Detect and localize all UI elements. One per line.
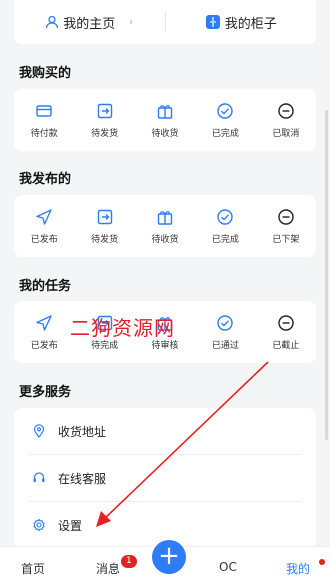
- tab-messages-label: 消息: [96, 562, 121, 576]
- purchased-card: 待付款 待发货 待收货 已完成 已取消: [14, 89, 316, 151]
- purchased-completed[interactable]: 已完成: [195, 89, 255, 151]
- tasks-approved[interactable]: 已通过: [195, 301, 255, 363]
- gift-box-icon: [157, 104, 173, 119]
- published-pending-shipment[interactable]: 待发货: [74, 195, 134, 257]
- notification-dot: [319, 559, 325, 565]
- tab-mine[interactable]: 我的: [286, 560, 310, 577]
- send-icon: [36, 314, 52, 331]
- service-label: 收货地址: [58, 424, 107, 439]
- check-circle-icon: [217, 314, 234, 331]
- published-posted[interactable]: 已发布: [14, 195, 74, 257]
- wallet-icon: [36, 104, 52, 117]
- purchased-pending-receipt[interactable]: 待收货: [135, 89, 195, 151]
- gear-icon: [33, 518, 45, 532]
- unread-badge: 1: [121, 555, 137, 568]
- minus-circle-icon: [278, 208, 294, 225]
- tasks-expired[interactable]: 已截止: [256, 301, 316, 363]
- location-icon: [33, 424, 45, 438]
- my-homepage-link[interactable]: 我的主页 ›: [14, 13, 165, 32]
- published-pending-receipt[interactable]: 待收货: [135, 195, 195, 257]
- tab-messages[interactable]: 消息 1: [96, 555, 137, 577]
- ship-out-icon: [97, 209, 112, 224]
- ship-out-icon: [97, 103, 112, 118]
- service-online-support[interactable]: 在线客服: [14, 455, 316, 501]
- section-title-tasks: 我的任务: [19, 279, 72, 294]
- tab-oc[interactable]: OC: [219, 560, 237, 574]
- item-label: 已发布: [30, 234, 58, 245]
- service-address[interactable]: 收货地址: [14, 408, 316, 454]
- top-links-card: 我的主页 › 我的柜子: [14, 0, 316, 44]
- purchased-pending-payment[interactable]: 待付款: [14, 89, 74, 151]
- check-circle-icon: [217, 102, 234, 119]
- watermark: 二狗资源网: [70, 316, 175, 340]
- item-label: 已截止: [272, 340, 300, 351]
- user-icon: [46, 15, 59, 29]
- section-title-published: 我发布的: [19, 172, 72, 187]
- item-label: 已通过: [211, 340, 239, 351]
- item-label: 待发货: [91, 234, 119, 245]
- service-label: 设置: [58, 518, 83, 533]
- purchased-pending-shipment[interactable]: 待发货: [74, 89, 134, 151]
- my-homepage-label: 我的主页: [63, 16, 116, 32]
- section-title-purchased: 我购买的: [19, 66, 72, 81]
- item-label: 待发货: [91, 128, 119, 139]
- purchased-cancelled[interactable]: 已取消: [256, 89, 316, 151]
- item-label: 待收货: [151, 128, 179, 139]
- send-icon: [36, 208, 52, 225]
- item-label: 已发布: [30, 340, 58, 351]
- item-label: 已完成: [211, 128, 239, 139]
- item-label: 已取消: [272, 128, 300, 139]
- item-label: 已下架: [272, 234, 300, 245]
- service-label: 在线客服: [58, 471, 107, 486]
- gift-box-icon: [157, 210, 173, 225]
- my-cabinet-link[interactable]: 我的柜子: [166, 13, 317, 32]
- headset-icon: [33, 472, 45, 482]
- item-label: 已完成: [211, 234, 239, 245]
- more-services-card: 收货地址 在线客服 设置: [14, 408, 316, 548]
- my-cabinet-label: 我的柜子: [224, 16, 277, 32]
- tasks-posted[interactable]: 已发布: [14, 301, 74, 363]
- section-title-more-services: 更多服务: [19, 385, 72, 400]
- cabinet-icon: [205, 15, 220, 29]
- minus-circle-icon: [278, 314, 294, 331]
- chevron-right-icon: ›: [129, 16, 134, 28]
- item-label: 待收货: [151, 234, 179, 245]
- published-delisted[interactable]: 已下架: [256, 195, 316, 257]
- minus-circle-icon: [278, 102, 294, 119]
- published-completed[interactable]: 已完成: [195, 195, 255, 257]
- scrollbar[interactable]: [325, 110, 328, 440]
- item-label: 待付款: [30, 128, 58, 139]
- tab-home[interactable]: 首页: [21, 560, 45, 577]
- published-card: 已发布 待发货 待收货 已完成 已下架: [14, 195, 316, 257]
- add-button[interactable]: +: [152, 540, 186, 574]
- check-circle-icon: [217, 208, 234, 225]
